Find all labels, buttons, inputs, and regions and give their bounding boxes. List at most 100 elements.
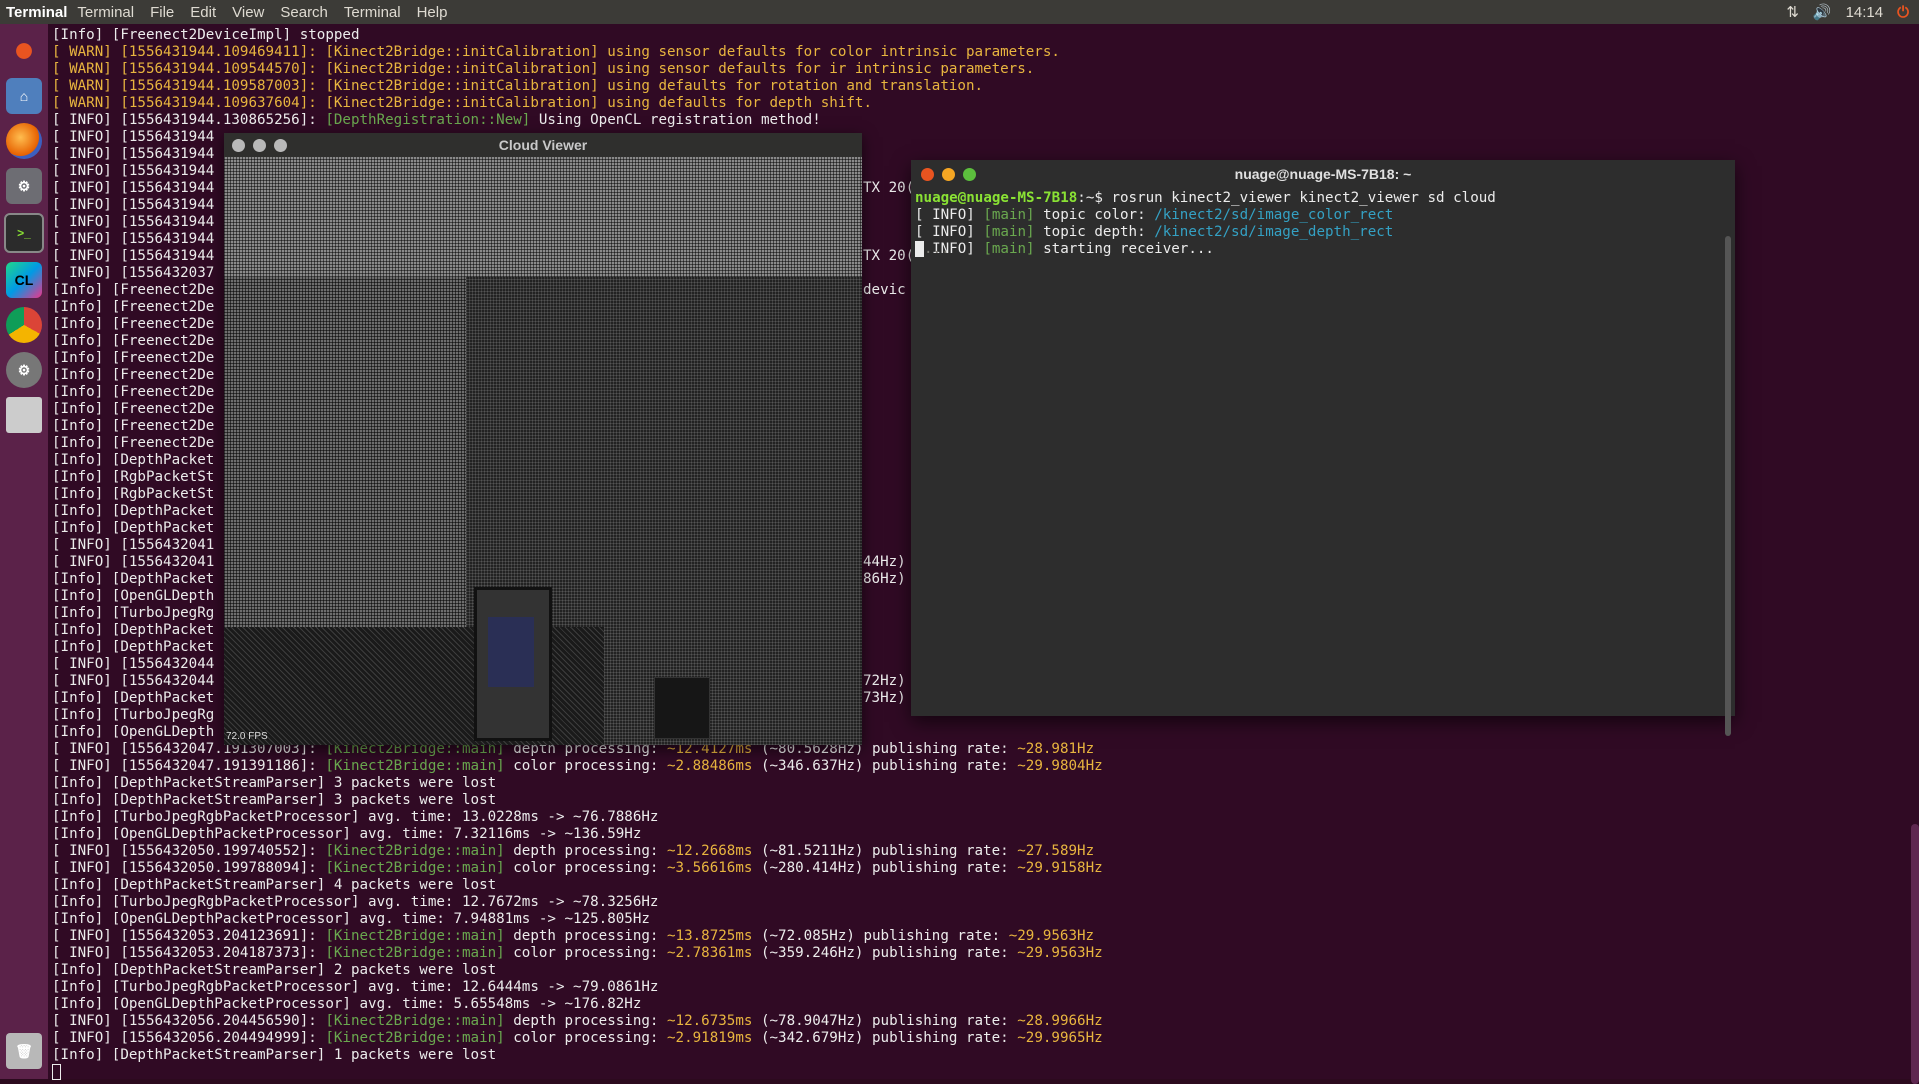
terminal-icon[interactable]: >_ bbox=[4, 213, 44, 253]
command-text: rosrun kinect2_viewer kinect2_viewer sd … bbox=[1102, 190, 1496, 206]
menu-view[interactable]: View bbox=[224, 4, 272, 21]
terminal-scrollbar[interactable] bbox=[1911, 824, 1919, 1084]
chrome-icon[interactable] bbox=[6, 307, 42, 343]
terminal-line: [Info] [DepthPacket bbox=[52, 639, 214, 656]
line-text: [ INFO] [1556431944 bbox=[52, 231, 215, 247]
line-text: [Info] [Freenect2De bbox=[52, 435, 215, 451]
menu-edit[interactable]: Edit bbox=[182, 4, 224, 21]
point-cloud-canvas[interactable]: 72.0 FPS bbox=[224, 157, 862, 745]
line-text: [Info] [TurboJpegRg bbox=[52, 605, 215, 621]
rate-value: ~29.9158Hz bbox=[1017, 860, 1103, 876]
menu-file[interactable]: File bbox=[142, 4, 182, 21]
menu-help[interactable]: Help bbox=[409, 4, 456, 21]
terminal-line: [ INFO] [1556431944 bbox=[52, 214, 214, 231]
line-text: [Info] [DepthPacket bbox=[52, 571, 215, 587]
maximize-button[interactable] bbox=[274, 138, 287, 152]
terminal-line: [Info] [DepthPacketStreamParser] 3 packe… bbox=[52, 792, 496, 809]
volume-icon[interactable]: 🔊 bbox=[1813, 3, 1832, 21]
trash-icon[interactable]: 🗑 bbox=[6, 1033, 42, 1069]
line-text: [Info] [DepthPacket bbox=[52, 503, 215, 519]
prompt-path: :~$ bbox=[1077, 190, 1103, 206]
firefox-icon[interactable] bbox=[6, 123, 42, 159]
viewer-terminal-window[interactable]: nuage@nuage-MS-7B18: ~ nuage@nuage-MS-7B… bbox=[911, 160, 1735, 736]
network-icon[interactable]: ⇅ bbox=[1786, 3, 1799, 21]
terminal-line: [Info] [RgbPacketSt bbox=[52, 469, 214, 486]
line-text: [Info] [DepthPacket bbox=[52, 639, 215, 655]
line-text: (~81.5211Hz) publishing rate: bbox=[752, 843, 1018, 859]
terminal-line: [Info] [OpenGLDepthPacketProcessor] avg.… bbox=[52, 996, 641, 1013]
rate-value: ~27.589Hz bbox=[1017, 843, 1095, 859]
terminal-line: [Info] [DepthPacket bbox=[52, 622, 214, 639]
module-tag: [Kinect2Bridge::main] bbox=[325, 1030, 505, 1046]
line-text: [Info] [TurboJpegRgbPacketProcessor] avg… bbox=[52, 809, 659, 825]
active-app-name: Terminal bbox=[6, 3, 68, 21]
line-text: [Info] [DepthPacketStreamParser] 3 packe… bbox=[52, 792, 497, 808]
line-text: [Info] [Freenect2De bbox=[52, 350, 215, 366]
git-gui-icon[interactable]: ⚙ bbox=[6, 168, 42, 204]
disk-icon[interactable] bbox=[6, 397, 42, 433]
peek-text: 72Hz) bbox=[863, 673, 915, 689]
line-text: (~359.246Hz) publishing rate: bbox=[752, 945, 1018, 961]
module-tag: [DepthRegistration::New] bbox=[325, 112, 531, 128]
terminal-cursor bbox=[52, 1064, 61, 1081]
timing-value: ~2.88486ms bbox=[667, 758, 753, 774]
line-text: [ INFO] [1556432050.199740552]: bbox=[52, 843, 326, 859]
line-text: [Info] [OpenGLDepthPacketProcessor] avg.… bbox=[52, 911, 650, 927]
viewer-log-line: [ INFO] [main] topic color: /kinect2/sd/… bbox=[915, 207, 1393, 224]
line-text: depth processing: bbox=[504, 1013, 668, 1029]
peek-text: devic bbox=[863, 282, 906, 298]
clion-icon[interactable]: CL bbox=[6, 262, 42, 298]
terminal-line: [ INFO] [1556431944 bbox=[52, 163, 214, 180]
log-level: [ INFO] bbox=[915, 207, 984, 223]
line-text: color processing: bbox=[504, 758, 668, 774]
files-icon[interactable]: ⌂ bbox=[6, 78, 42, 114]
menu-terminal[interactable]: Terminal bbox=[69, 4, 142, 21]
module-tag: [Kinect2Bridge::main] bbox=[325, 758, 505, 774]
log-tag: [main] bbox=[983, 224, 1035, 240]
terminal-line: [ INFO] [1556432056.204494999]: [Kinect2… bbox=[52, 1030, 1103, 1047]
line-text: [Info] [OpenGLDepth bbox=[52, 724, 215, 740]
line-text: [ INFO] [1556432041 bbox=[52, 554, 215, 570]
minimize-button[interactable] bbox=[253, 138, 266, 152]
line-text: [ INFO] [1556431944 bbox=[52, 129, 215, 145]
timing-value: ~2.78361ms bbox=[667, 945, 753, 961]
cloud-viewer-window[interactable]: Cloud Viewer 72.0 FPS bbox=[224, 133, 862, 745]
terminal-line: [Info] [DepthPacketStreamParser] 1 packe… bbox=[52, 1047, 496, 1064]
warn-text: [ WARN] [1556431944.109544570]: [Kinect2… bbox=[52, 61, 1035, 77]
log-message: topic depth: bbox=[1034, 224, 1155, 240]
power-icon[interactable]: ⏻ bbox=[1897, 4, 1909, 21]
ubuntu-home-icon[interactable] bbox=[6, 33, 42, 69]
line-text: [ INFO] [1556431944 bbox=[52, 163, 215, 179]
terminal-line: [ INFO] [1556432050.199788094]: [Kinect2… bbox=[52, 860, 1103, 877]
clock[interactable]: 14:14 bbox=[1846, 4, 1884, 21]
rate-value: ~29.9804Hz bbox=[1017, 758, 1103, 774]
menu-terminal-2[interactable]: Terminal bbox=[336, 4, 409, 21]
line-text: depth processing: bbox=[504, 928, 668, 944]
system-settings-icon[interactable]: ⚙ bbox=[6, 352, 42, 388]
line-text: [ INFO] [1556432044 bbox=[52, 656, 215, 672]
viewer-terminal-scrollbar[interactable] bbox=[1725, 236, 1731, 736]
line-text: [Info] [RgbPacketSt bbox=[52, 469, 215, 485]
line-text: [Info] [Freenect2De bbox=[52, 418, 215, 434]
line-text: [Info] [Freenect2DeviceImpl] stopped bbox=[52, 27, 360, 43]
terminal-line: [ INFO] [1556431944 bbox=[52, 146, 214, 163]
line-text: [Info] [DepthPacket bbox=[52, 622, 215, 638]
close-button[interactable] bbox=[232, 138, 245, 152]
terminal-line: [Info] [DepthPacket bbox=[52, 452, 214, 469]
viewer-terminal-output[interactable]: nuage@nuage-MS-7B18:~$ rosrun kinect2_vi… bbox=[911, 188, 1735, 736]
menu-search[interactable]: Search bbox=[272, 4, 336, 21]
line-text: (~346.637Hz) publishing rate: bbox=[752, 758, 1018, 774]
line-text: [Info] [Freenect2De bbox=[52, 299, 215, 315]
line-text: [ INFO] [1556431944 bbox=[52, 197, 215, 213]
line-text: [Info] [RgbPacketSt bbox=[52, 486, 215, 502]
terminal-line: [Info] [Freenect2De bbox=[52, 316, 214, 333]
terminal-line: [ WARN] [1556431944.109469411]: [Kinect2… bbox=[52, 44, 1060, 61]
line-text: (~342.679Hz) publishing rate: bbox=[752, 1030, 1018, 1046]
top-panel: Terminal Terminal File Edit View Search … bbox=[0, 0, 1919, 24]
line-text: [Info] [DepthPacket bbox=[52, 520, 215, 536]
line-text: depth processing: bbox=[504, 843, 668, 859]
cloud-viewer-titlebar[interactable]: Cloud Viewer bbox=[224, 133, 862, 157]
warn-text: [ WARN] [1556431944.109637604]: [Kinect2… bbox=[52, 95, 872, 111]
launcher: ⌂ ⚙ >_ CL ⚙ 🗑 bbox=[0, 24, 48, 1079]
viewer-terminal-titlebar[interactable]: nuage@nuage-MS-7B18: ~ bbox=[911, 160, 1735, 188]
